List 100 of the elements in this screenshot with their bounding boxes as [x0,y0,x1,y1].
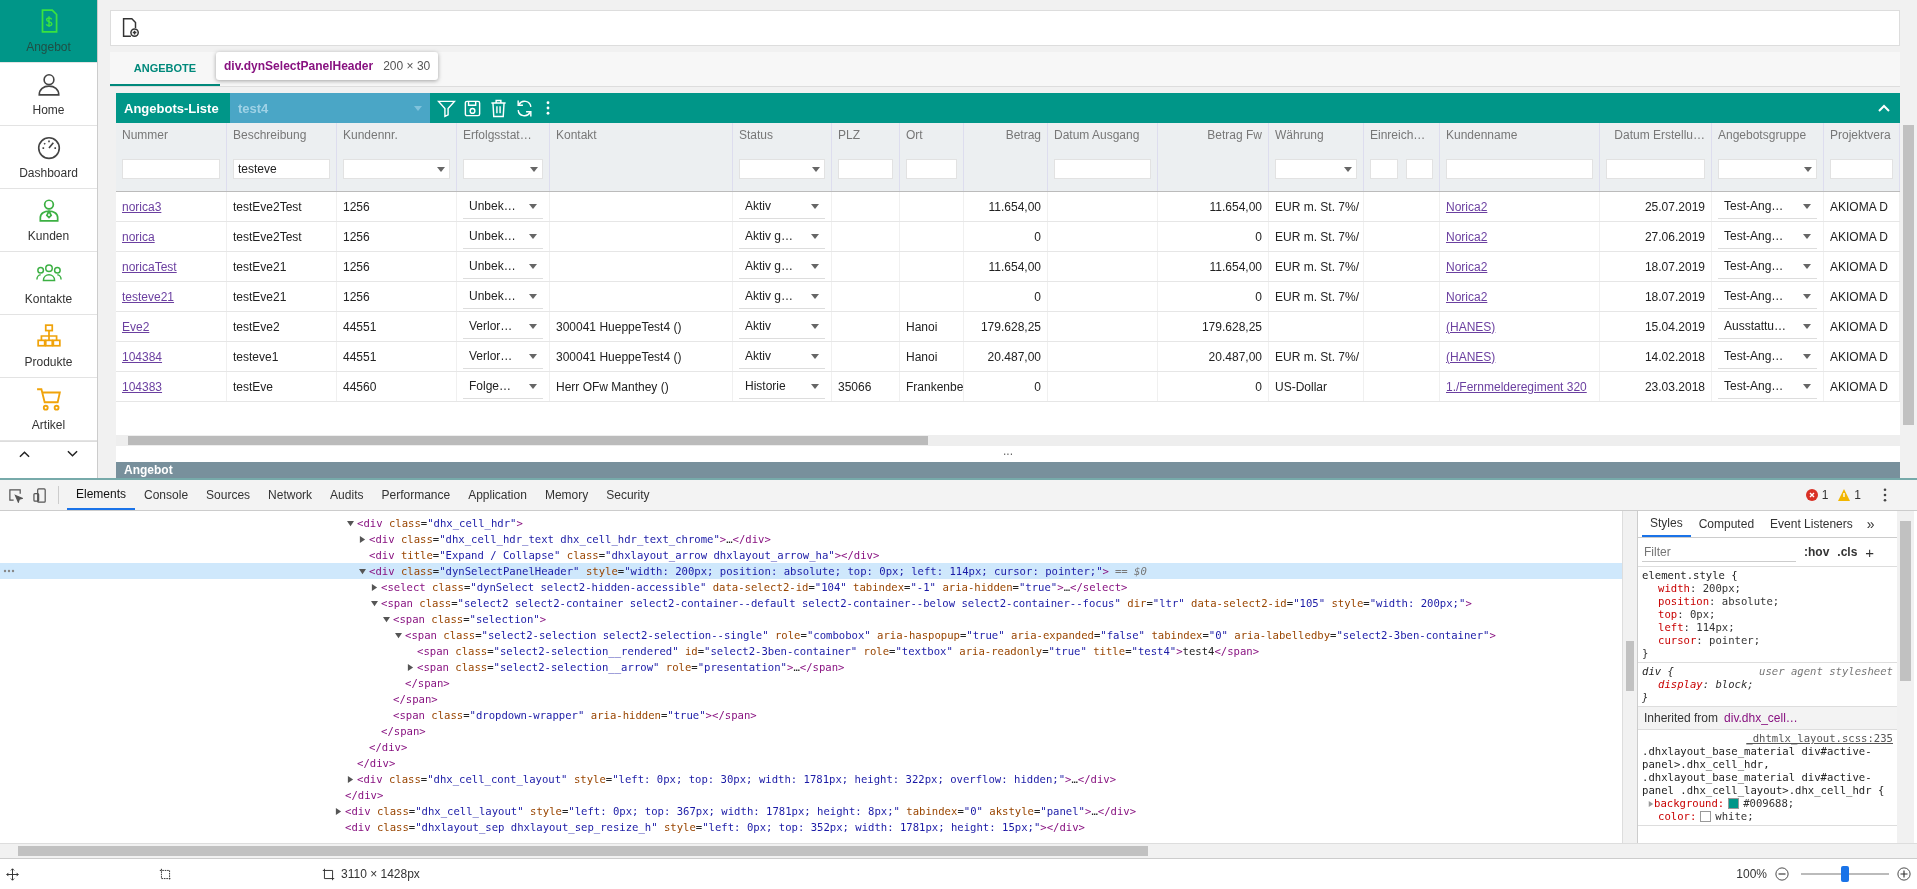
styles-tab[interactable]: Styles [1642,511,1691,537]
devtools-tab[interactable]: Elements [67,480,136,510]
trash-icon[interactable] [489,98,508,118]
code-line[interactable]: <select class="dynSelect select2-hidden-accessible" data-select2-id="104" tabindex="-1" aria-hidden="true">…</select> [381,581,1128,593]
column-header[interactable]: Status [739,123,825,159]
code-line[interactable]: </div> [369,741,408,753]
vertical-scrollbar[interactable] [1897,511,1914,843]
record-link[interactable]: 104383 [122,379,163,394]
new-rule-button[interactable]: + [1865,543,1875,561]
slider-thumb[interactable] [1841,866,1849,882]
cell-dropdown[interactable]: Unbek… [463,194,543,219]
cell-dropdown[interactable]: Unbek… [463,284,543,309]
column-header[interactable]: Währung [1275,123,1357,159]
warning-count[interactable]: 1 [1854,488,1861,502]
devtools-tab[interactable]: Application [459,480,536,510]
expand-arrow-icon[interactable] [359,535,366,543]
chevron-down-icon[interactable] [67,450,79,458]
cell-dropdown[interactable]: Verlor… [463,314,543,339]
devtools-tab[interactable]: Performance [372,480,460,510]
code-line[interactable]: <span class="select2-selection__arrow" role="presentation">…</span> [417,661,845,673]
devtools-tab[interactable]: Security [597,480,659,510]
column-header[interactable]: Beschreibung [233,123,330,159]
record-link[interactable]: 104384 [122,349,163,364]
filter-input[interactable] [1830,159,1893,179]
expand-arrow-icon[interactable] [395,631,402,639]
column-header[interactable]: Kontakt [556,123,726,159]
cell-dropdown[interactable]: Ausstattu… [1718,314,1817,339]
sidebar-item[interactable]: Artikel [0,378,97,441]
record-link[interactable]: noricaTest [122,259,177,274]
filter-icon[interactable] [437,98,456,118]
inherited-element-link[interactable]: div.dhx_cell… [1724,711,1798,725]
styles-tab[interactable]: Event Listeners [1762,511,1861,537]
code-line[interactable]: <div class="dhx_cell_hdr_text dhx_cell_hdr_text_chrome">…</div> [369,533,771,545]
rule-source-link[interactable]: _dhtmlx_layout.scss:235 [1746,732,1893,745]
cell-dropdown[interactable]: Test-Ang… [1718,194,1817,219]
record-link[interactable]: 1./Fernmelderegiment 320 [1446,379,1587,394]
code-line[interactable]: <div title="Expand / Collapse" class="dhxlayout_arrow dhxlayout_arrow_ha"></div> [369,549,880,561]
record-link[interactable]: (HANES) [1446,349,1496,364]
code-line[interactable]: <span class="select2 select2-container select2-container--default select2-container--below select2-container--focus" dir="ltr" data-select2-id="105" style="width: 200px;"> [381,597,1472,609]
cell-dropdown[interactable]: Test-Ang… [1718,374,1817,399]
chevron-up-icon[interactable] [18,450,30,458]
code-line[interactable]: <div class="dynSelectPanelHeader" style="width: 200px; position: absolute; top: 0px; left: 114px; cursor: pointer;"> [369,565,1109,577]
filter-input[interactable] [1370,159,1398,179]
column-header[interactable]: Datum Erstellu… [1606,123,1705,159]
sidebar-item[interactable]: Kontakte [0,252,97,315]
record-link[interactable]: (HANES) [1446,319,1496,334]
code-line[interactable]: </span> [393,693,438,705]
code-line[interactable]: </div> [345,789,384,801]
devtools-tab[interactable]: Audits [321,480,373,510]
cell-dropdown[interactable]: Test-Ang… [1718,344,1817,369]
column-header[interactable]: Ort [906,123,957,159]
devtools-tab[interactable]: Console [135,480,198,510]
column-header[interactable]: Betrag Fw [1164,123,1262,159]
code-line[interactable]: <div class="dhx_cell_hdr"> [357,517,523,529]
hover-state-button[interactable]: :hov [1804,545,1830,559]
sidebar-item[interactable]: Home [0,63,97,126]
code-line[interactable]: </span> [405,677,450,689]
color-swatch[interactable] [1728,798,1740,809]
expand-arrow-icon[interactable] [359,567,366,575]
filter-input[interactable]: testeve [233,159,330,179]
cell-dropdown[interactable]: Test-Ang… [1718,254,1817,279]
cell-dropdown[interactable]: Verlor… [463,344,543,369]
column-header[interactable]: Erfolgsstat… [463,123,543,159]
cell-dropdown[interactable]: Test-Ang… [1718,224,1817,249]
move-icon[interactable] [6,867,19,881]
expand-arrow-icon[interactable] [347,519,354,527]
column-header[interactable]: Angebotsgruppe [1718,123,1817,159]
styles-tab[interactable]: Computed [1690,511,1763,537]
error-count[interactable]: 1 [1821,488,1829,502]
devtools-tab[interactable]: Memory [535,480,598,510]
frame-icon[interactable] [159,867,172,881]
device-icon[interactable] [33,487,48,503]
expand-arrow-icon[interactable] [407,663,414,671]
code-line[interactable]: <span class="selection"> [393,613,547,625]
column-header[interactable]: Einreich… [1370,123,1433,159]
cell-dropdown[interactable]: Test-Ang… [1718,284,1817,309]
sidebar-item[interactable]: Produkte [0,315,97,378]
zoom-in-icon[interactable] [1897,867,1911,881]
filter-input[interactable] [1054,159,1151,179]
vertical-scrollbar[interactable] [1900,0,1917,478]
column-header[interactable]: Kundenname [1446,123,1593,159]
code-line[interactable]: <span class="dropdown-wrapper" aria-hidden="true"></span> [393,709,757,721]
devtools-tab[interactable]: Sources [197,480,260,510]
kebab-menu-icon[interactable] [1883,488,1887,502]
filter-input[interactable] [838,159,893,179]
cell-dropdown[interactable]: Folge… [463,374,543,399]
cell-dropdown[interactable]: Aktiv [739,314,825,339]
inspect-icon[interactable] [8,487,23,503]
column-header[interactable]: Projektvera [1830,123,1893,159]
color-swatch[interactable] [1700,811,1712,822]
cell-dropdown[interactable]: Aktiv [739,344,825,369]
column-header[interactable]: Kundennr. [343,123,450,159]
filter-input[interactable] [906,159,957,179]
code-line[interactable]: <div class="dhx_cell_layout" style="left: 0px; top: 367px; width: 1781px; height: 8px;" tabindex="0" akstyle="panel">…</div> [345,805,1137,817]
expand-arrow-icon[interactable] [335,807,342,815]
more-tabs-button[interactable]: » [1866,516,1875,532]
cell-dropdown[interactable]: Historie [739,374,825,399]
code-line[interactable]: <div class="dhx_cell_cont_layout" style="left: 0px; top: 30px; width: 1781px; height: 322px; overflow: hidden;">…</div> [357,773,1117,785]
code-line[interactable]: </div> [357,757,396,769]
record-link[interactable]: Norica2 [1446,289,1488,304]
